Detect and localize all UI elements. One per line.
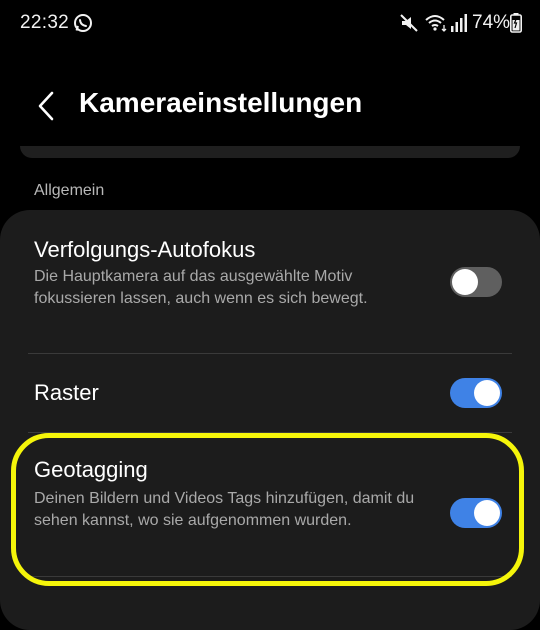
setting-row-tracking-autofocus[interactable]: Verfolgungs-Autofokus Die Hauptkamera au… bbox=[0, 210, 540, 355]
back-button[interactable] bbox=[28, 86, 64, 126]
setting-title: Verfolgungs-Autofokus bbox=[34, 237, 256, 262]
setting-description: Die Hauptkamera auf das ausgewählte Moti… bbox=[34, 268, 368, 307]
tracking-autofocus-toggle[interactable] bbox=[450, 267, 502, 297]
divider bbox=[28, 576, 512, 577]
status-time: 22:32 bbox=[20, 12, 70, 33]
mute-icon bbox=[400, 14, 418, 32]
setting-title: Raster bbox=[34, 380, 99, 405]
toggle-knob bbox=[474, 500, 500, 526]
setting-title: Geotagging bbox=[34, 457, 148, 482]
status-bar: 22:32 74% bbox=[0, 0, 540, 48]
setting-description: Deinen Bildern und Videos Tags hinzufüge… bbox=[34, 490, 415, 529]
battery-icon bbox=[510, 13, 522, 33]
grid-toggle[interactable] bbox=[450, 378, 502, 408]
previous-card-edge bbox=[20, 146, 520, 158]
battery-percentage: 74% bbox=[472, 12, 511, 33]
section-header: Allgemein bbox=[34, 182, 105, 199]
whatsapp-icon bbox=[74, 14, 92, 32]
toggle-knob bbox=[452, 269, 478, 295]
chevron-left-icon bbox=[38, 91, 54, 121]
signal-icon bbox=[451, 14, 467, 32]
wifi-icon bbox=[425, 15, 447, 32]
settings-card: Verfolgungs-Autofokus Die Hauptkamera au… bbox=[0, 210, 540, 630]
geotagging-toggle[interactable] bbox=[450, 498, 502, 528]
page-title: Kameraeinstellungen bbox=[79, 87, 363, 118]
setting-row-grid[interactable]: Raster bbox=[0, 354, 540, 432]
setting-row-geotagging[interactable]: Geotagging Deinen Bildern und Videos Tag… bbox=[0, 433, 540, 573]
toggle-knob bbox=[474, 380, 500, 406]
